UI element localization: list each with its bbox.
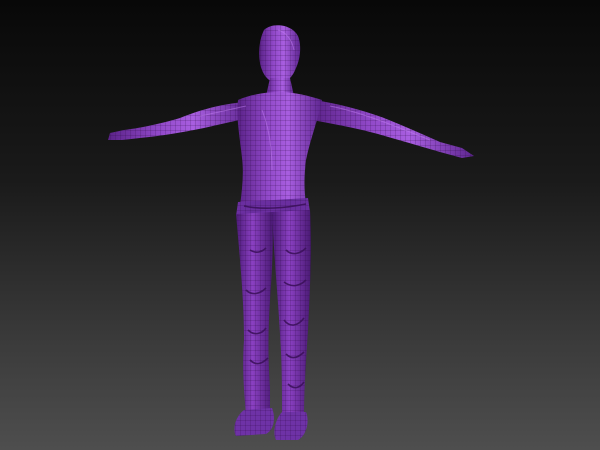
t-pose-human-mesh-icon[interactable] [0, 0, 600, 450]
3d-viewport[interactable] [0, 0, 600, 450]
model-body [108, 25, 474, 440]
